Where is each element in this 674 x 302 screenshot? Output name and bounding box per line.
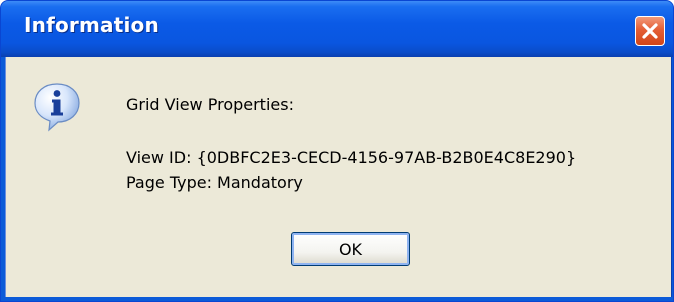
- information-dialog: Information Grid View Properties: View I…: [0, 0, 674, 302]
- ok-button[interactable]: OK: [291, 232, 410, 266]
- close-button[interactable]: [635, 16, 665, 46]
- view-id-text: View ID: {0DBFC2E3-CECD-4156-97AB-B2B0E4…: [126, 148, 577, 167]
- close-icon: [642, 23, 658, 39]
- page-type-text: Page Type: Mandatory: [126, 173, 303, 192]
- window-title: Information: [24, 13, 159, 37]
- dialog-body: Grid View Properties: View ID: {0DBFC2E3…: [5, 57, 672, 297]
- info-icon: [34, 83, 80, 132]
- dialog-heading: Grid View Properties:: [126, 95, 294, 114]
- title-bar[interactable]: Information: [1, 1, 673, 57]
